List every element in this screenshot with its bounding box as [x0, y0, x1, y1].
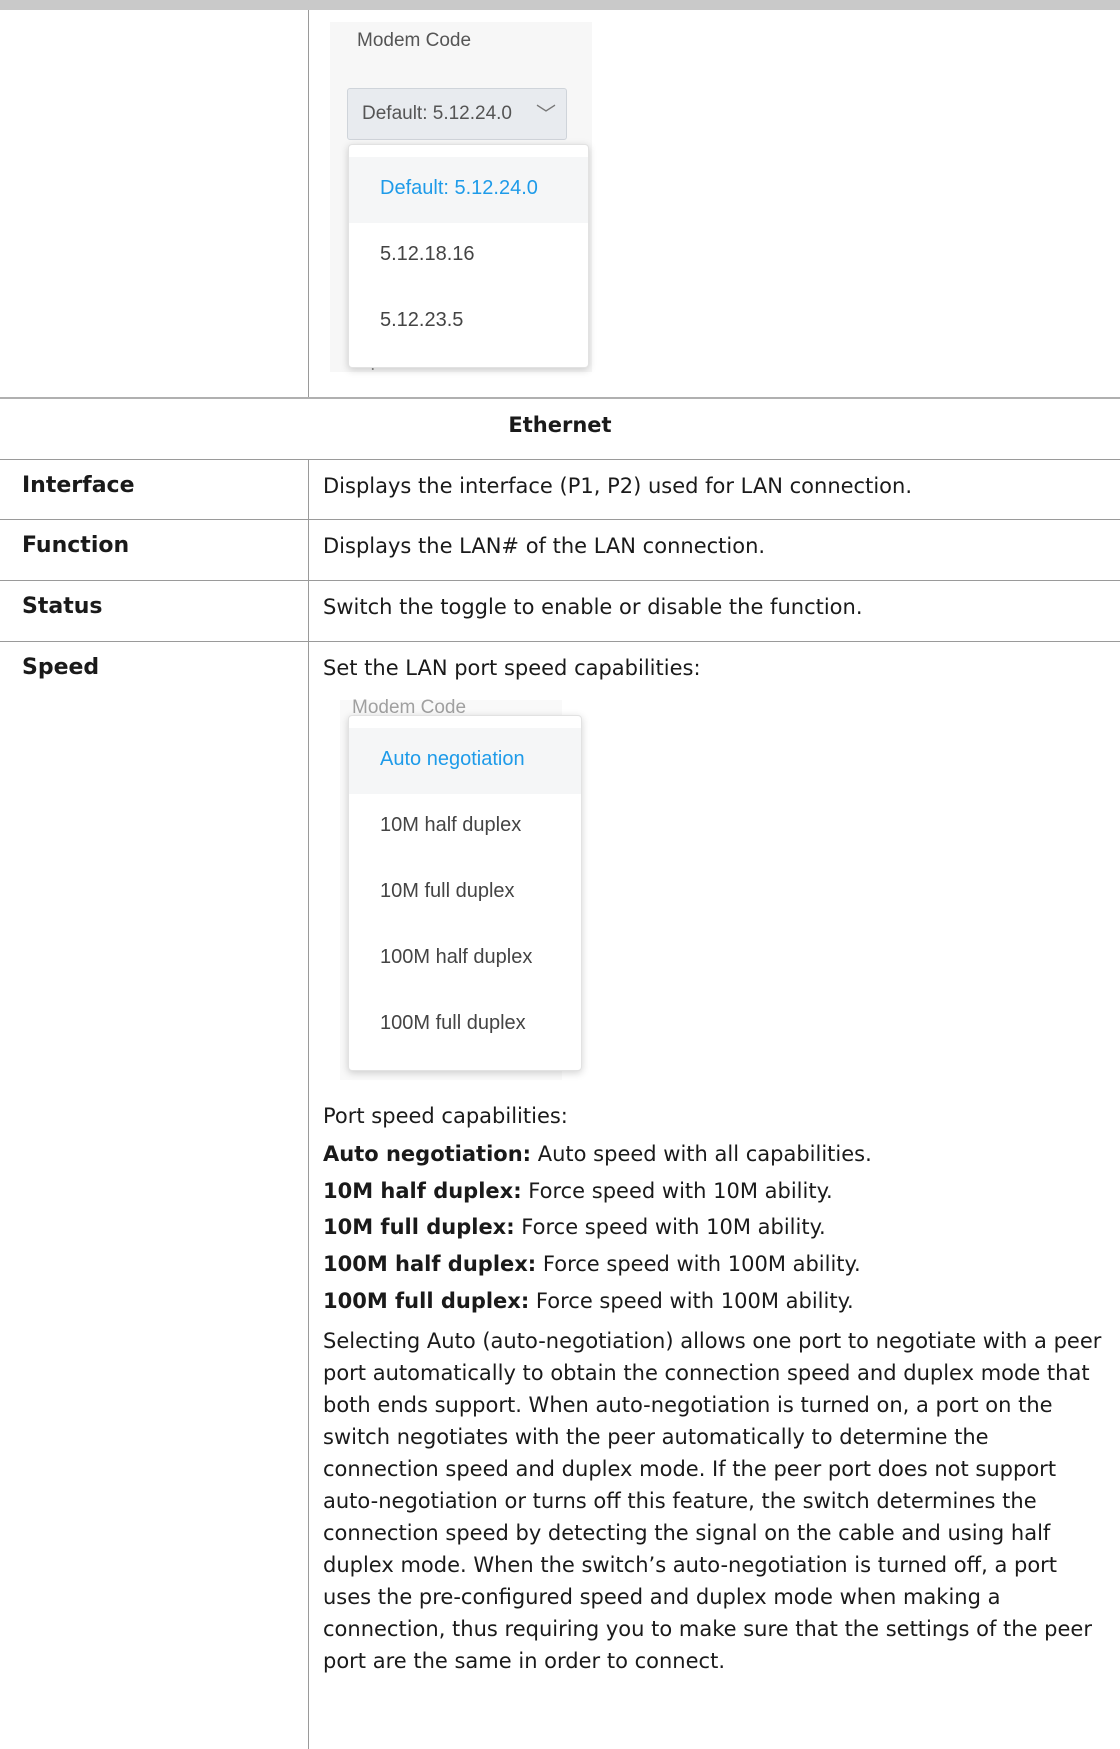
row-desc-speed: Set the LAN port speed capabilities:: [323, 656, 701, 680]
modem-code-select[interactable]: Default: 5.12.24.0 ﹀: [347, 88, 567, 140]
column-divider: [308, 460, 309, 1749]
top-border: [0, 0, 1120, 10]
modem-code-label: Modem Code: [357, 30, 472, 51]
row-divider: [0, 641, 1120, 642]
row-desc-status: Switch the toggle to enable or disable t…: [323, 595, 863, 619]
row-desc-function: Displays the LAN# of the LAN connection.: [323, 534, 766, 558]
row-label-function: Function: [22, 533, 130, 558]
row-divider: [0, 580, 1120, 581]
modem-option[interactable]: Default: 5.12.24.0: [349, 157, 588, 223]
modem-code-dropdown: Default: 5.12.24.0 5.12.18.16 5.12.23.5: [348, 144, 589, 368]
modem-option[interactable]: 5.12.23.5: [349, 289, 588, 355]
speed-option[interactable]: Auto negotiation: [349, 728, 581, 794]
auto-negotiation-paragraph: Selecting Auto (auto-negotiation) allows…: [323, 1329, 1102, 1673]
speed-option[interactable]: 100M half duplex: [349, 926, 581, 992]
capabilities-intro: Port speed capabilities:: [323, 1104, 568, 1128]
row-label-status: Status: [22, 594, 103, 619]
section-title: Ethernet: [508, 413, 612, 437]
speed-option[interactable]: 10M half duplex: [349, 794, 581, 860]
speed-dropdown: Auto negotiation 10M half duplex 10M ful…: [348, 715, 582, 1071]
capability-item: 10M half duplex: Force speed with 10M ab…: [323, 1179, 833, 1203]
row-label-interface: Interface: [22, 473, 135, 498]
row-label-speed: Speed: [22, 655, 100, 680]
capability-item: 10M full duplex: Force speed with 10M ab…: [323, 1215, 826, 1239]
row-desc-interface: Displays the interface (P1, P2) used for…: [323, 474, 912, 498]
capability-item: 100M half duplex: Force speed with 100M …: [323, 1252, 861, 1276]
chevron-down-icon: ﹀: [536, 104, 556, 126]
capability-item: Auto negotiation: Auto speed with all ca…: [323, 1142, 872, 1166]
column-divider: [308, 10, 309, 397]
row-divider: [0, 459, 1120, 460]
row-divider: [0, 519, 1120, 520]
capability-item: 100M full duplex: Force speed with 100M …: [323, 1289, 854, 1313]
modem-option[interactable]: 5.12.18.16: [349, 223, 588, 289]
row-divider: [0, 397, 1120, 399]
speed-option[interactable]: 100M full duplex: [349, 992, 581, 1058]
speed-option[interactable]: 10M full duplex: [349, 860, 581, 926]
modem-code-selected-value: Default: 5.12.24.0: [362, 103, 512, 124]
